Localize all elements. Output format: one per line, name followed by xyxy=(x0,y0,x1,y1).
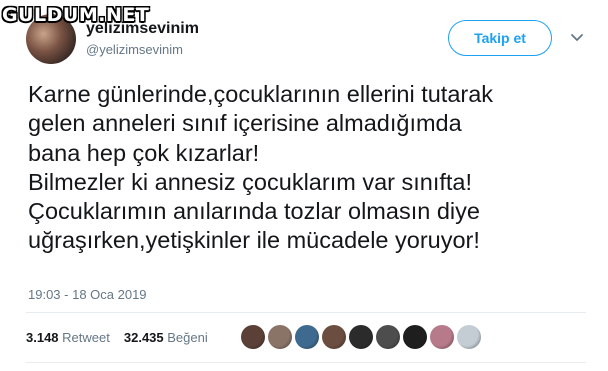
retweet-count: 3.148 xyxy=(26,330,59,345)
liker-avatar[interactable] xyxy=(376,325,400,349)
retweet-stat[interactable]: 3.148 Retweet xyxy=(26,330,110,345)
like-count: 32.435 xyxy=(123,330,164,345)
tweet-line: Karne günlerinde,çocuklarının ellerini t… xyxy=(28,81,494,107)
tweet-line: bana hep çok kızarlar! xyxy=(28,139,260,166)
watermark-logo: GULDUM.NET xyxy=(2,4,150,26)
engagement-stats: 3.148 Retweet 32.435 Beğeni xyxy=(26,330,218,345)
liker-avatars xyxy=(241,325,481,349)
liker-avatar[interactable] xyxy=(295,325,319,349)
user-handle[interactable]: @yelizimsevinim xyxy=(86,42,183,57)
like-label: Beğeni xyxy=(167,330,208,345)
like-stat[interactable]: 32.435 Beğeni xyxy=(124,330,208,345)
tweet-line: gelen anneleri sınıf içerisine almadığım… xyxy=(28,110,462,137)
tweet-timestamp[interactable]: 19:03 - 18 Oca 2019 xyxy=(28,287,147,302)
liker-avatar[interactable] xyxy=(430,325,454,349)
liker-avatar[interactable] xyxy=(349,325,373,349)
liker-avatar[interactable] xyxy=(241,325,265,349)
follow-button[interactable]: Takip et xyxy=(448,20,552,56)
tweet-line: Çocuklarımın anılarında tozlar olmasın d… xyxy=(28,198,480,225)
liker-avatar[interactable] xyxy=(403,325,427,349)
liker-avatar[interactable] xyxy=(457,325,481,349)
tweet-text: Karne günlerinde,çocuklarının ellerini t… xyxy=(28,80,598,256)
tweet-line: uğraşırken,yetişkinler ile mücadele yoru… xyxy=(28,227,480,254)
liker-avatar[interactable] xyxy=(322,325,346,349)
divider xyxy=(26,362,586,363)
liker-avatar[interactable] xyxy=(268,325,292,349)
chevron-down-icon[interactable] xyxy=(570,30,584,44)
divider xyxy=(26,312,586,313)
retweet-label: Retweet xyxy=(62,330,110,345)
tweet-line: Bilmezler ki annesiz çocuklarım var sını… xyxy=(28,168,473,195)
